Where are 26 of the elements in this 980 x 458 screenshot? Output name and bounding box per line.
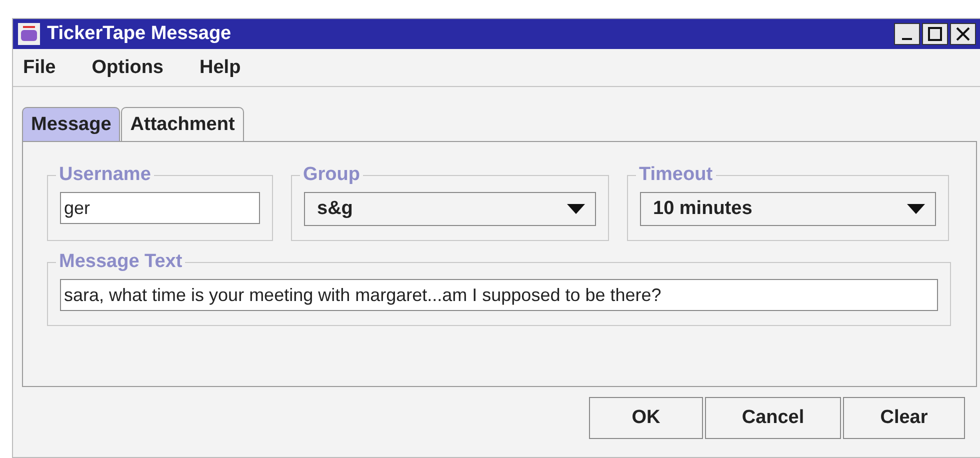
group-label: Message Text [58,251,184,273]
group-label: Timeout [638,164,714,186]
maximize-button[interactable] [922,23,948,45]
dropdown-caret-icon [907,204,925,214]
menu-item[interactable]: File [23,56,56,78]
tab[interactable]: Attachment [121,107,244,141]
window-title: TickerTape Message [47,23,232,45]
app-icon [17,22,41,46]
menu-item[interactable]: Help [200,56,241,78]
maximize-icon [928,27,942,41]
tab[interactable]: Message [22,107,120,141]
menu-item[interactable]: Options [92,56,164,78]
group-label: Username [58,164,152,186]
timeout-dropdown[interactable]: 10 minutes [640,192,936,226]
message-field[interactable]: sara, what time is your meeting with margaret...am I supposed to be there? [60,279,938,311]
group-dropdown[interactable]: s&g [304,192,596,226]
minimize-icon [902,38,912,40]
dialog-button[interactable]: Cancel [705,397,841,439]
group-label: Group [302,164,361,186]
minimize-button[interactable] [894,23,920,45]
dialog-button[interactable]: Clear [843,397,965,439]
dropdown-caret-icon [567,204,585,214]
username-field[interactable]: ger [60,192,260,224]
close-button[interactable] [950,23,976,45]
dialog-button[interactable]: OK [589,397,703,439]
close-icon [956,27,970,41]
